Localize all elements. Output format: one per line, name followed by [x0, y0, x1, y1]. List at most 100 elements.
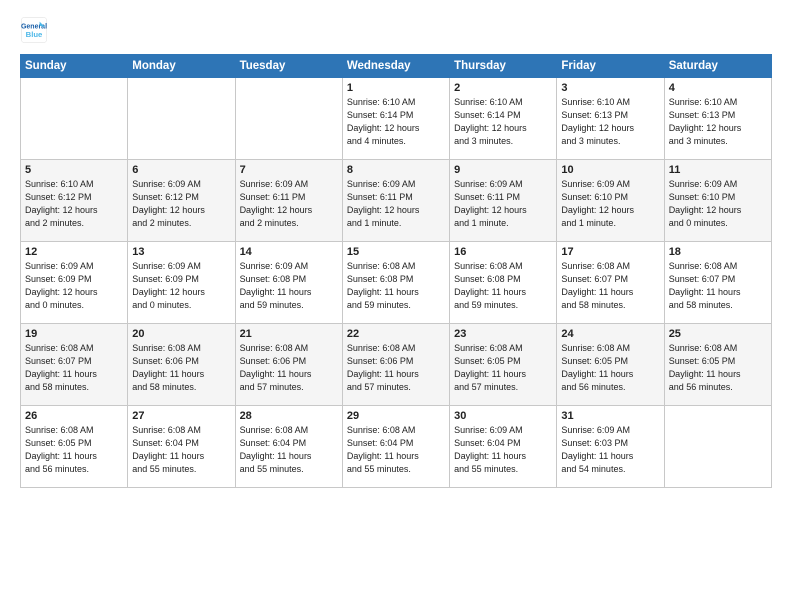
calendar-cell: 18 Sunrise: 6:08 AM Sunset: 6:07 PM Dayli…	[664, 242, 771, 324]
day-number: 29	[347, 410, 445, 422]
day-info: Sunrise: 6:08 AM Sunset: 6:08 PM Dayligh…	[454, 260, 552, 312]
day-info: Sunrise: 6:09 AM Sunset: 6:11 PM Dayligh…	[347, 178, 445, 230]
day-info: Sunrise: 6:10 AM Sunset: 6:13 PM Dayligh…	[561, 96, 659, 148]
day-number: 19	[25, 328, 123, 340]
day-info: Sunrise: 6:09 AM Sunset: 6:12 PM Dayligh…	[132, 178, 230, 230]
day-info: Sunrise: 6:10 AM Sunset: 6:14 PM Dayligh…	[347, 96, 445, 148]
weekday-header-monday: Monday	[128, 55, 235, 78]
day-info: Sunrise: 6:10 AM Sunset: 6:13 PM Dayligh…	[669, 96, 767, 148]
calendar-cell	[128, 78, 235, 160]
day-number: 21	[240, 328, 338, 340]
day-number: 3	[561, 82, 659, 94]
day-info: Sunrise: 6:08 AM Sunset: 6:05 PM Dayligh…	[669, 342, 767, 394]
calendar-cell: 21 Sunrise: 6:08 AM Sunset: 6:06 PM Dayli…	[235, 324, 342, 406]
weekday-header-friday: Friday	[557, 55, 664, 78]
calendar-cell: 28 Sunrise: 6:08 AM Sunset: 6:04 PM Dayli…	[235, 406, 342, 488]
weekday-header-wednesday: Wednesday	[342, 55, 449, 78]
day-info: Sunrise: 6:08 AM Sunset: 6:05 PM Dayligh…	[561, 342, 659, 394]
day-number: 1	[347, 82, 445, 94]
day-number: 31	[561, 410, 659, 422]
day-number: 10	[561, 164, 659, 176]
day-info: Sunrise: 6:09 AM Sunset: 6:04 PM Dayligh…	[454, 424, 552, 476]
calendar-cell: 2 Sunrise: 6:10 AM Sunset: 6:14 PM Daylig…	[450, 78, 557, 160]
calendar-cell: 3 Sunrise: 6:10 AM Sunset: 6:13 PM Daylig…	[557, 78, 664, 160]
svg-text:Blue: Blue	[26, 30, 43, 39]
day-number: 12	[25, 246, 123, 258]
calendar-cell: 1 Sunrise: 6:10 AM Sunset: 6:14 PM Daylig…	[342, 78, 449, 160]
day-number: 11	[669, 164, 767, 176]
day-number: 6	[132, 164, 230, 176]
day-info: Sunrise: 6:09 AM Sunset: 6:11 PM Dayligh…	[454, 178, 552, 230]
day-info: Sunrise: 6:09 AM Sunset: 6:09 PM Dayligh…	[132, 260, 230, 312]
day-number: 16	[454, 246, 552, 258]
day-number: 2	[454, 82, 552, 94]
day-number: 20	[132, 328, 230, 340]
calendar-cell: 30 Sunrise: 6:09 AM Sunset: 6:04 PM Dayli…	[450, 406, 557, 488]
day-info: Sunrise: 6:08 AM Sunset: 6:04 PM Dayligh…	[347, 424, 445, 476]
day-info: Sunrise: 6:10 AM Sunset: 6:14 PM Dayligh…	[454, 96, 552, 148]
weekday-header-tuesday: Tuesday	[235, 55, 342, 78]
calendar-cell: 19 Sunrise: 6:08 AM Sunset: 6:07 PM Dayli…	[21, 324, 128, 406]
calendar-cell: 5 Sunrise: 6:10 AM Sunset: 6:12 PM Daylig…	[21, 160, 128, 242]
day-number: 13	[132, 246, 230, 258]
calendar-cell: 23 Sunrise: 6:08 AM Sunset: 6:05 PM Dayli…	[450, 324, 557, 406]
day-info: Sunrise: 6:08 AM Sunset: 6:07 PM Dayligh…	[669, 260, 767, 312]
day-number: 28	[240, 410, 338, 422]
calendar-cell: 22 Sunrise: 6:08 AM Sunset: 6:06 PM Dayli…	[342, 324, 449, 406]
day-number: 30	[454, 410, 552, 422]
day-number: 5	[25, 164, 123, 176]
calendar-cell: 4 Sunrise: 6:10 AM Sunset: 6:13 PM Daylig…	[664, 78, 771, 160]
day-number: 17	[561, 246, 659, 258]
calendar-cell	[664, 406, 771, 488]
day-number: 4	[669, 82, 767, 94]
day-number: 26	[25, 410, 123, 422]
day-number: 18	[669, 246, 767, 258]
calendar-cell	[235, 78, 342, 160]
day-info: Sunrise: 6:09 AM Sunset: 6:03 PM Dayligh…	[561, 424, 659, 476]
weekday-header-sunday: Sunday	[21, 55, 128, 78]
day-info: Sunrise: 6:09 AM Sunset: 6:10 PM Dayligh…	[669, 178, 767, 230]
day-number: 15	[347, 246, 445, 258]
calendar-cell: 7Sunrise: 6:09 AM Sunset: 6:11 PM Daylig…	[235, 160, 342, 242]
calendar-cell: 17 Sunrise: 6:08 AM Sunset: 6:07 PM Dayli…	[557, 242, 664, 324]
day-info: Sunrise: 6:08 AM Sunset: 6:06 PM Dayligh…	[240, 342, 338, 394]
calendar-cell: 6 Sunrise: 6:09 AM Sunset: 6:12 PM Daylig…	[128, 160, 235, 242]
day-info: Sunrise: 6:08 AM Sunset: 6:04 PM Dayligh…	[132, 424, 230, 476]
day-info: Sunrise: 6:08 AM Sunset: 6:05 PM Dayligh…	[454, 342, 552, 394]
calendar-cell: 31 Sunrise: 6:09 AM Sunset: 6:03 PM Dayli…	[557, 406, 664, 488]
calendar-cell: 8 Sunrise: 6:09 AM Sunset: 6:11 PM Daylig…	[342, 160, 449, 242]
calendar-cell	[21, 78, 128, 160]
calendar-cell: 11 Sunrise: 6:09 AM Sunset: 6:10 PM Dayli…	[664, 160, 771, 242]
calendar-cell: 24 Sunrise: 6:08 AM Sunset: 6:05 PM Dayli…	[557, 324, 664, 406]
day-number: 27	[132, 410, 230, 422]
day-info: Sunrise: 6:09 AM Sunset: 6:10 PM Dayligh…	[561, 178, 659, 230]
day-info: Sunrise: 6:08 AM Sunset: 6:06 PM Dayligh…	[132, 342, 230, 394]
calendar-cell: 15Sunrise: 6:08 AM Sunset: 6:08 PM Dayli…	[342, 242, 449, 324]
calendar-cell: 25 Sunrise: 6:08 AM Sunset: 6:05 PM Dayli…	[664, 324, 771, 406]
day-info: Sunrise: 6:08 AM Sunset: 6:04 PM Dayligh…	[240, 424, 338, 476]
logo: General Blue	[20, 16, 52, 44]
calendar: SundayMondayTuesdayWednesdayThursdayFrid…	[20, 54, 772, 488]
day-info: Sunrise: 6:08 AM Sunset: 6:07 PM Dayligh…	[561, 260, 659, 312]
day-number: 23	[454, 328, 552, 340]
day-info: Sunrise: 6:08 AM Sunset: 6:07 PM Dayligh…	[25, 342, 123, 394]
weekday-header-thursday: Thursday	[450, 55, 557, 78]
day-number: 9	[454, 164, 552, 176]
day-info: Sunrise: 6:09 AM Sunset: 6:09 PM Dayligh…	[25, 260, 123, 312]
calendar-cell: 13 Sunrise: 6:09 AM Sunset: 6:09 PM Dayli…	[128, 242, 235, 324]
calendar-cell: 27 Sunrise: 6:08 AM Sunset: 6:04 PM Dayli…	[128, 406, 235, 488]
calendar-cell: 16 Sunrise: 6:08 AM Sunset: 6:08 PM Dayli…	[450, 242, 557, 324]
day-info: Sunrise: 6:10 AM Sunset: 6:12 PM Dayligh…	[25, 178, 123, 230]
calendar-cell: 12 Sunrise: 6:09 AM Sunset: 6:09 PM Dayli…	[21, 242, 128, 324]
weekday-header-saturday: Saturday	[664, 55, 771, 78]
calendar-cell: 9 Sunrise: 6:09 AM Sunset: 6:11 PM Daylig…	[450, 160, 557, 242]
calendar-cell: 29 Sunrise: 6:08 AM Sunset: 6:04 PM Dayli…	[342, 406, 449, 488]
day-info: Sunrise: 6:08 AM Sunset: 6:06 PM Dayligh…	[347, 342, 445, 394]
day-number: 8	[347, 164, 445, 176]
calendar-cell: 26Sunrise: 6:08 AM Sunset: 6:05 PM Dayli…	[21, 406, 128, 488]
day-number: 22	[347, 328, 445, 340]
day-number: 24	[561, 328, 659, 340]
calendar-cell: 20 Sunrise: 6:08 AM Sunset: 6:06 PM Dayli…	[128, 324, 235, 406]
day-number: 25	[669, 328, 767, 340]
day-number: 7	[240, 164, 338, 176]
